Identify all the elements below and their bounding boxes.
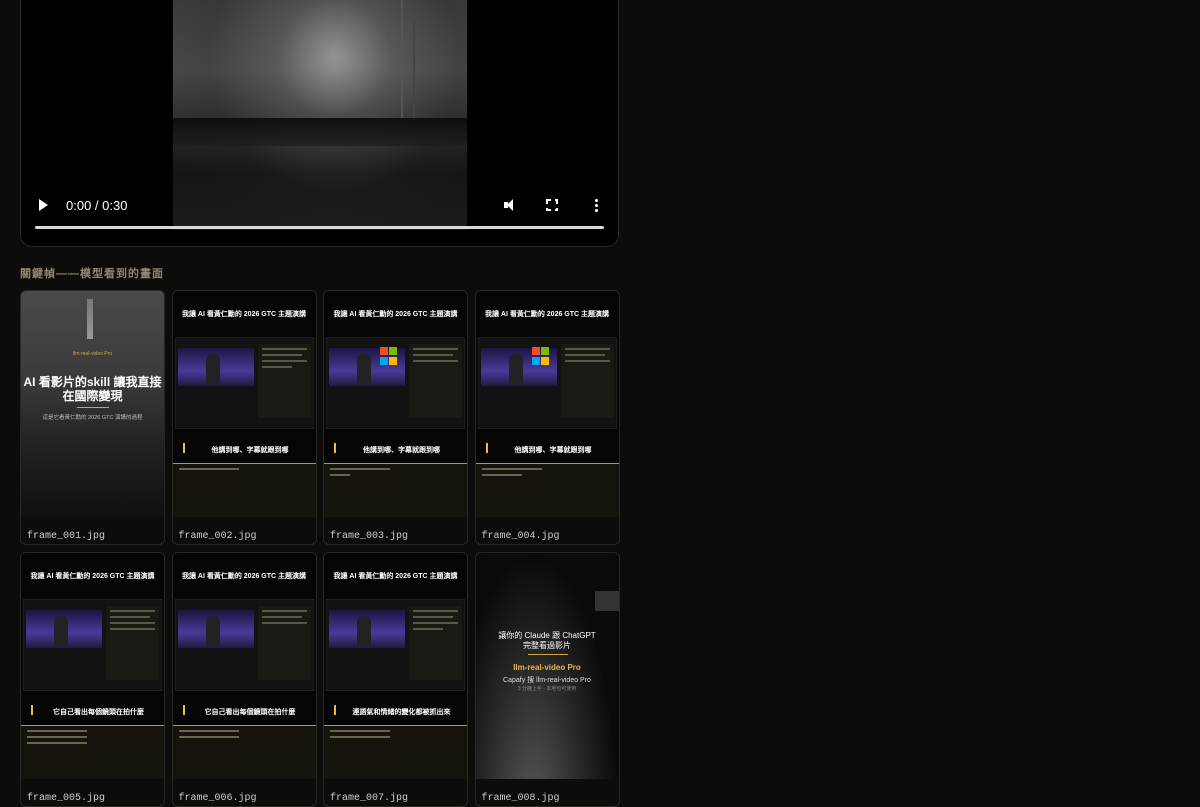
windows-logo-icon: [531, 347, 550, 365]
frame-headline: AI 看影片的skill 讓我直接在國際變現: [23, 375, 162, 403]
fullscreen-icon: [545, 198, 559, 212]
frame-note: 3 分鐘上手 · 本地也可使用: [517, 686, 577, 692]
terminal-panel: [475, 463, 619, 517]
terminal-panel: [172, 463, 316, 517]
accent-bar: [334, 443, 336, 453]
divider: [527, 654, 568, 655]
speaker-figure: [357, 616, 371, 646]
frame-thumbnail: 我讓 AI 看黃仁勳的 2026 GTC 主題演講 它自己看出每個鏡頭在拍什麼: [21, 553, 164, 779]
frame-header: 我讓 AI 看黃仁勳的 2026 GTC 主題演講: [333, 573, 458, 580]
windows-logo-icon: [380, 347, 398, 365]
frame-subtitle: 他講到哪、字幕就跟到哪: [211, 447, 289, 454]
terminal-panel: [172, 725, 316, 779]
volume-icon: [504, 198, 518, 212]
frame-filename: frame_007.jpg: [330, 793, 409, 804]
video-controls: 0:00 / 0:30: [21, 190, 618, 220]
app-screenshot: [326, 599, 465, 691]
frame-header: 我讓 AI 看黃仁勳的 2026 GTC 主題演講: [333, 311, 458, 318]
terminal-panel: [21, 725, 164, 779]
frame-subtitle: 他講到哪、字幕就跟到哪: [514, 447, 592, 454]
frame-filename: frame_005.jpg: [27, 793, 106, 804]
launch-tower-2: [413, 20, 415, 120]
terminal-panel: [324, 725, 467, 779]
more-options-icon[interactable]: [588, 198, 604, 212]
frame-thumbnail: 我讓 AI 看黃仁勳的 2026 GTC 主題演講 它自己看出每個鏡頭在拍什麼: [172, 553, 316, 779]
frame-subtitle: 連語氣和情緒的變化都被抓出來: [352, 709, 451, 716]
accent-bar: [485, 443, 488, 453]
app-screenshot: [174, 599, 314, 691]
accent-bar: [31, 705, 33, 715]
play-icon[interactable]: [39, 199, 48, 211]
frame-header: 我讓 AI 看黃仁勳的 2026 GTC 主題演講: [181, 311, 307, 318]
rocket-image: [87, 299, 93, 339]
section-title: 關鍵幀——模型看到的畫面: [20, 268, 164, 280]
frame-card[interactable]: 讓你的 Claude 跟 ChatGPT 完整看過影片 llm-real-vide…: [474, 552, 620, 807]
frame-card[interactable]: 我讓 AI 看黃仁勳的 2026 GTC 主題演講 它自己看出每個鏡頭在拍什麼 …: [20, 552, 165, 807]
frame-subtitle: 它自己看出每個鏡頭在拍什麼: [204, 709, 296, 716]
frame-card[interactable]: 我讓 AI 看黃仁勳的 2026 GTC 主題演講 連語氣和情緒的變化都被抓出來…: [323, 552, 468, 807]
frame-subtitle: 他講到哪、字幕就跟到哪: [363, 447, 440, 454]
frame-card[interactable]: 我讓 AI 看黃仁勳的 2026 GTC 主題演講 它自己看出每個鏡頭在拍什麼 …: [171, 552, 317, 807]
volume-button[interactable]: [504, 198, 520, 212]
frame-thumbnail: 我讓 AI 看黃仁勳的 2026 GTC 主題演講 他講到哪、字幕就跟到哪: [475, 291, 619, 517]
launch-tower: [401, 0, 403, 120]
treeline: [173, 118, 467, 146]
terminal-panel: [324, 463, 467, 517]
frame-thumbnail: 讓你的 Claude 跟 ChatGPT 完整看過影片 llm-real-vide…: [475, 553, 619, 779]
frame-subtext: 這是它看黃仁勳的 2026 GTC 演講的過程: [42, 415, 143, 421]
video-time: 0:00 / 0:30: [66, 197, 128, 213]
frame-header: 我讓 AI 看黃仁勳的 2026 GTC 主題演講: [181, 573, 307, 580]
main-column: 0:00 / 0:30 關鍵幀——模型看到的畫面 llm-real-video …: [20, 0, 620, 807]
frame-filename: frame_002.jpg: [178, 531, 257, 542]
frame-filename: frame_003.jpg: [330, 531, 409, 542]
frame-filename: frame_001.jpg: [27, 531, 106, 542]
accent-bar: [182, 705, 185, 715]
divider: [77, 407, 109, 408]
frame-filename: frame_006.jpg: [178, 793, 257, 804]
frame-line1: 讓你的 Claude 跟 ChatGPT 完整看過影片: [498, 631, 596, 650]
accent-bar: [334, 705, 336, 715]
speaker-figure: [54, 616, 68, 646]
frame-thumbnail: 我讓 AI 看黃仁勳的 2026 GTC 主題演講 他講到哪、字幕就跟到哪: [324, 291, 467, 517]
product-name: llm-real-video Pro: [513, 663, 581, 672]
frame-filename: frame_008.jpg: [481, 793, 560, 804]
fullscreen-button[interactable]: [545, 198, 562, 212]
frame-header: 我讓 AI 看黃仁勳的 2026 GTC 主題演講: [484, 311, 610, 318]
speaker-figure: [205, 616, 220, 646]
keyframe-grid: llm-real-video Pro AI 看影片的skill 讓我直接在國際變…: [20, 290, 620, 807]
app-screenshot: [23, 599, 162, 691]
video-player[interactable]: 0:00 / 0:30: [20, 0, 619, 247]
frame-header: 我讓 AI 看黃仁勳的 2026 GTC 主題演講: [30, 573, 155, 580]
speaker-figure: [357, 354, 371, 384]
frame-cta: Capafy 搜 llm-real-video Pro: [503, 677, 591, 684]
speaker-figure: [205, 354, 220, 384]
video-progress-bar[interactable]: [35, 226, 604, 229]
frame-card[interactable]: 我讓 AI 看黃仁勳的 2026 GTC 主題演講 他講到哪、字幕就跟到哪 fr…: [474, 290, 620, 545]
frame-card[interactable]: 我讓 AI 看黃仁勳的 2026 GTC 主題演講 他講到哪、字幕就跟到哪 fr…: [171, 290, 317, 545]
frame-card[interactable]: 我讓 AI 看黃仁勳的 2026 GTC 主題演講 他講到哪、字幕就跟到哪 fr…: [323, 290, 468, 545]
frame-thumbnail: llm-real-video Pro AI 看影片的skill 讓我直接在國際變…: [21, 291, 164, 517]
thumbnail-overlay: [594, 591, 619, 611]
frame-filename: frame_004.jpg: [481, 531, 560, 542]
accent-bar: [182, 443, 185, 453]
frame-card[interactable]: llm-real-video Pro AI 看影片的skill 讓我直接在國際變…: [20, 290, 165, 545]
frame-brand: llm-real-video Pro: [72, 351, 113, 357]
frame-thumbnail: 我讓 AI 看黃仁勳的 2026 GTC 主題演講 他講到哪、字幕就跟到哪: [172, 291, 316, 517]
frame-thumbnail: 我讓 AI 看黃仁勳的 2026 GTC 主題演講 連語氣和情緒的變化都被抓出來: [324, 553, 467, 779]
frame-subtitle: 它自己看出每個鏡頭在拍什麼: [53, 709, 144, 716]
app-screenshot: [174, 337, 314, 429]
speaker-figure: [508, 354, 523, 384]
